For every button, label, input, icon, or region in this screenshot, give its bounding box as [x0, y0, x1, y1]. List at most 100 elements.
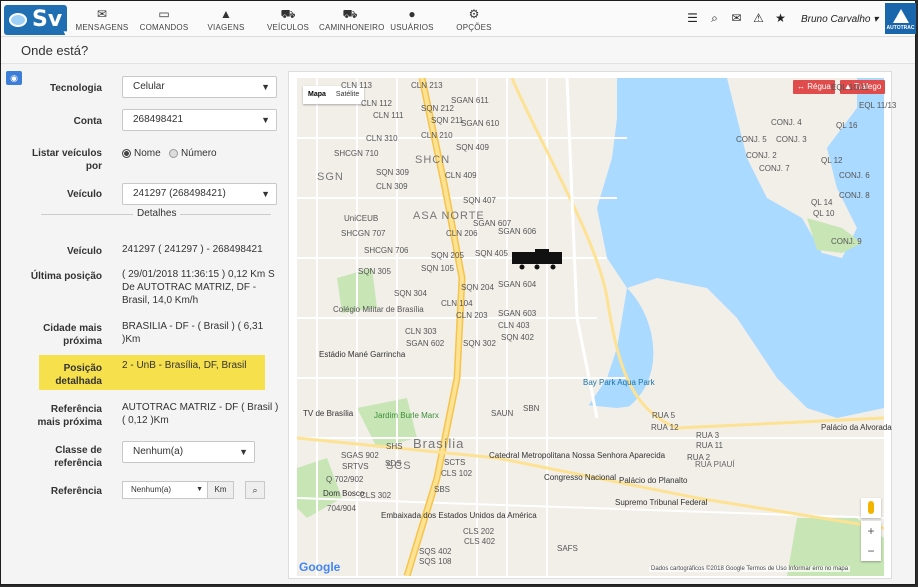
map-label: QL 12: [821, 156, 843, 165]
caret-down-icon: ▼: [261, 115, 270, 125]
map-poi: Estádio Mané Garrincha: [319, 350, 406, 359]
top-navbar: Sv ▼ ✉ MENSAGENS ▭ COMANDOS ▲ VIAGENS ⛟ VEÍC…: [1, 1, 916, 38]
caret-down-icon: ▼: [261, 189, 270, 199]
nav-label: VIAGENS: [207, 23, 245, 32]
mail-alert-icon[interactable]: ✉: [729, 11, 744, 26]
listar-label: Listar veículos por: [31, 148, 102, 172]
classe-select[interactable]: Nenhum(a) ▼: [122, 441, 255, 463]
map-label: RUA 3: [696, 431, 720, 440]
street-view-pegman-icon[interactable]: [861, 498, 881, 518]
search-icon[interactable]: ⌕: [707, 11, 722, 26]
radio-numero[interactable]: Número: [169, 148, 217, 159]
cidade-value: BRASILIA - DF - ( Brasil ) ( 6,31 )Km: [122, 321, 264, 345]
truck-wheel: [519, 264, 525, 270]
nav-usuarios[interactable]: ● USUÁRIOS: [381, 1, 443, 36]
zoom-in-button[interactable]: +: [861, 521, 881, 541]
map-label: SGN: [317, 171, 344, 183]
map-label: SGAN 610: [461, 119, 500, 128]
map-label: CONJ. 4: [771, 118, 802, 127]
map-label: SQN 409: [456, 143, 489, 152]
warning-icon[interactable]: ⚠: [751, 11, 766, 26]
nav-veiculos[interactable]: ⛟ VEÍCULOS: [257, 1, 319, 36]
app-logo[interactable]: Sv ▼: [4, 5, 70, 38]
list-icon[interactable]: ☰: [685, 11, 700, 26]
referencia-value: Nenhum(a): [131, 485, 172, 494]
caret-down-icon: ▼: [196, 486, 203, 493]
nav-label: COMANDOS: [139, 23, 189, 32]
tecnologia-select[interactable]: Celular ▼: [122, 76, 277, 98]
map-label: SHCN: [415, 154, 451, 166]
map-type-mapa[interactable]: Mapa: [303, 86, 331, 104]
nav-viagens[interactable]: ▲ VIAGENS: [195, 1, 257, 36]
map-label: SGAN 603: [498, 309, 537, 318]
star-icon[interactable]: ★: [773, 11, 788, 26]
referencia-select[interactable]: Nenhum(a) ▼: [122, 481, 208, 499]
map-label: SGAN 611: [451, 96, 489, 105]
map-label: SCTS: [444, 458, 466, 467]
veiculo-select-label: Veículo: [66, 189, 102, 200]
map-label: SQN 407: [463, 196, 496, 205]
map-label: CLS 202: [463, 527, 495, 536]
map-label: SHS: [386, 442, 403, 451]
caret-down-icon: ▼: [261, 82, 270, 92]
zoom-out-button[interactable]: −: [861, 541, 881, 561]
radio-nome[interactable]: Nome: [122, 148, 161, 159]
referencia-label: Referência: [50, 486, 102, 497]
map-label: SQN 402: [501, 333, 534, 342]
conta-select[interactable]: 268498421 ▼: [122, 109, 277, 131]
map-label: CLN 409: [445, 171, 477, 180]
radio-numero-label: Número: [181, 148, 217, 159]
map-label: SGAN 602: [406, 339, 445, 348]
map-label: CLS 302: [360, 491, 392, 500]
map-label: Q 702/902: [326, 475, 364, 484]
classe-label: Classe de referência: [54, 445, 102, 469]
map-label: SGAN 606: [498, 227, 537, 236]
nav-label: USUÁRIOS: [390, 23, 434, 32]
map-label-brasilia: Brasília: [413, 436, 465, 451]
nav-caminhoneiro[interactable]: ⛟ CAMINHONEIRO: [319, 1, 385, 36]
google-logo: Google: [299, 560, 341, 574]
zoom-control: + −: [861, 521, 881, 561]
truck-wheel: [550, 264, 556, 270]
map-label: CLN 112: [361, 99, 392, 108]
radio-dot: [122, 148, 131, 158]
veiculo-select[interactable]: 241297 (268498421) ▼: [122, 183, 277, 205]
conta-label: Conta: [73, 116, 102, 127]
map-label: SRTVS: [342, 462, 369, 471]
autotrac-logo: AUTOTRAC: [885, 3, 916, 34]
veiculo-label: Veículo: [66, 246, 102, 257]
toolbar-icons: ☰ ⌕ ✉ ⚠ ★: [685, 11, 788, 26]
map-label: SQN 205: [431, 251, 464, 260]
map-canvas[interactable]: [297, 78, 884, 576]
road-icon: ▲: [220, 7, 232, 21]
brand-text: AUTOTRAC: [886, 25, 915, 31]
search-button[interactable]: ⌕: [245, 481, 265, 499]
tecnologia-label: Tecnologia: [49, 83, 102, 94]
eye-toggle-icon[interactable]: ◉: [6, 71, 22, 85]
map-poi: Palácio do Planalto: [619, 476, 688, 485]
map-label: EQL 11/13: [859, 101, 897, 110]
envelope-icon: ✉: [96, 7, 108, 21]
map-label: UniCEUB: [344, 214, 379, 223]
posicao-value: 2 - UnB - Brasília, DF, Brasil: [122, 360, 247, 371]
map-label: SBN: [523, 404, 540, 413]
nav-mensagens[interactable]: ✉ MENSAGENS: [71, 1, 133, 36]
map-label: SBS: [434, 485, 451, 494]
map-label: RUA 11: [696, 441, 723, 450]
nav-opcoes[interactable]: ⚙ OPÇÕES: [443, 1, 505, 36]
nav-comandos[interactable]: ▭ COMANDOS: [133, 1, 195, 36]
caret-down-icon: ▼: [239, 447, 248, 457]
map-label: SQS 402: [419, 547, 452, 556]
pegman-figure: [868, 501, 874, 514]
nav-label: MENSAGENS: [75, 23, 129, 32]
ultima-posicao-value: ( 29/01/2018 11:36:15 ) 0,12 Km S De AUT…: [122, 269, 275, 306]
eye-logo-icon: [9, 13, 27, 27]
regua-button[interactable]: ↔ Régua: [793, 80, 835, 94]
map-label: CLN 104: [441, 299, 473, 308]
user-menu[interactable]: Bruno Carvalho ▾: [801, 14, 878, 25]
map-label: SHCGN 706: [364, 246, 409, 255]
nav-label: CAMINHONEIRO: [319, 23, 385, 32]
car-icon: ⛟: [280, 7, 296, 21]
user-icon: ●: [408, 7, 416, 21]
map-attribution[interactable]: Dados cartográficos ©2018 Google Termos …: [649, 566, 851, 572]
